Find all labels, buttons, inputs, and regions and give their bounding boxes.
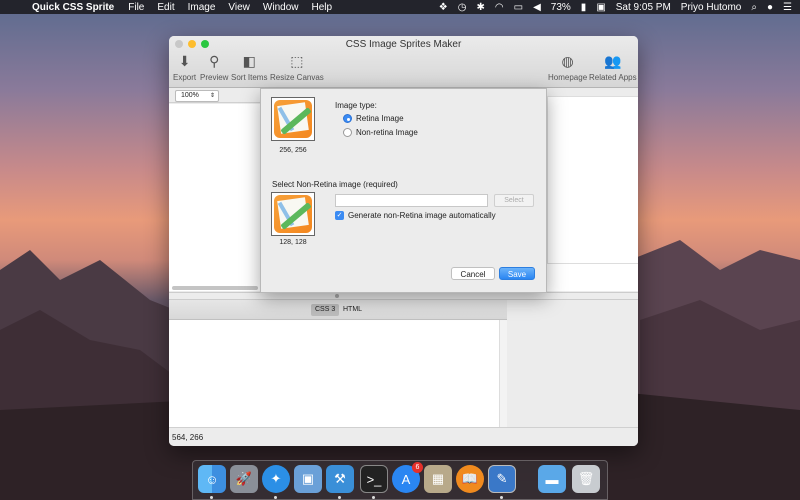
generate-nonretina-checkbox[interactable]: ✓ Generate non-Retina image automaticall… [335,211,496,220]
dropbox-icon[interactable]: ❖ [439,2,448,13]
window-title: CSS Image Sprites Maker [345,39,462,50]
checkmark-icon: ✓ [335,211,344,220]
menu-bar: Quick CSS Sprite File Edit Image View Wi… [0,0,800,14]
image-type-label: Image type: [335,101,377,110]
export-label: Export [173,73,197,82]
retina-size-label: 256, 256 [279,147,307,154]
cancel-button[interactable]: Cancel [451,267,495,280]
related-label: Related Apps [589,73,637,82]
menu-edit[interactable]: Edit [157,2,174,13]
horizontal-scrollbar[interactable] [172,286,258,290]
flag-icon[interactable]: ▣ [596,2,605,13]
airplay-icon[interactable]: ▭ [514,2,523,13]
radio-unselected-icon [343,128,352,137]
retina-image-thumbnail[interactable] [271,97,315,141]
finder-icon[interactable]: ☺ [198,465,226,493]
quick-css-sprite-icon[interactable]: ✎ [488,465,516,493]
related-apps-button[interactable]: 👥 Related Apps [589,52,637,83]
running-indicator [210,496,213,499]
preview-button[interactable]: ⚲ Preview [200,52,229,83]
time-machine-icon[interactable]: ◷ [458,2,467,13]
globe-icon: ◍ [561,52,574,69]
app-artwork-icon [274,195,312,233]
people-icon: 👥 [604,52,622,69]
retina-option-label: Retina Image [356,114,404,123]
menu-window[interactable]: Window [263,2,299,13]
zoom-value: 100% [181,92,199,99]
preview-label: Preview [200,73,229,82]
running-indicator [500,496,503,499]
menu-view[interactable]: View [228,2,250,13]
vertical-scrollbar[interactable] [499,320,507,427]
xcode-icon[interactable]: ⚒ [326,465,354,493]
resize-icon: ⬚ [290,52,304,69]
safari-icon[interactable]: ✦ [262,465,290,493]
sort-icon: ◧ [242,52,256,69]
nonretina-size-label: 128, 128 [279,239,307,246]
running-indicator [274,496,277,499]
bluetooth-icon[interactable]: ✱ [477,2,485,13]
spotlight-icon[interactable]: ⌕ [751,2,757,13]
menu-user[interactable]: Priyo Hutomo [681,2,742,13]
code-tabs: CSS 3 HTML [169,300,507,320]
calculator-icon[interactable]: ▦ [424,465,452,493]
canvas-frame [547,96,638,264]
homepage-button[interactable]: ◍ Homepage [548,52,588,83]
menu-app-name[interactable]: Quick CSS Sprite [32,2,114,13]
resize-canvas-button[interactable]: ⬚ Resize Canvas [270,52,324,83]
siri-icon[interactable]: ● [767,2,773,13]
nonretina-option-label: Non-retina Image [356,128,418,137]
menu-file[interactable]: File [128,2,144,13]
battery-icon[interactable]: ▮ [581,2,587,13]
tab-css3[interactable]: CSS 3 [311,304,340,316]
magnifier-icon: ⚲ [209,52,220,69]
trash-icon[interactable]: 🗑 [572,465,600,493]
select-button[interactable]: Select [494,194,534,207]
dock: ☺ 🚀 ✦ ▣ ⚒ >_ A 6 ▦ 📖 ✎ ▬ 🗑 [192,460,608,500]
app-artwork-icon [274,100,312,138]
add-image-sheet: 256, 256 Image type: Retina Image Non-re… [260,88,547,293]
tab-html[interactable]: HTML [339,304,366,316]
save-button[interactable]: Save [499,267,535,280]
app-store-icon[interactable]: A 6 [392,462,423,493]
sort-items-button[interactable]: ◧ Sort Items [231,52,268,83]
volume-icon[interactable]: ◀ [533,2,541,13]
app-store-badge: 6 [412,462,423,473]
non-retina-image-radio[interactable]: Non-retina Image [343,128,418,137]
zoom-select[interactable]: 100% ⇕ [175,90,219,102]
generate-label: Generate non-Retina image automatically [348,211,496,220]
launchpad-icon[interactable]: 🚀 [230,465,258,493]
nonretina-section-label: Select Non-Retina image (required) [272,180,398,189]
export-button[interactable]: ⬇ Export [173,52,197,83]
notification-center-icon[interactable]: ☰ [783,2,792,13]
sort-label: Sort Items [231,73,268,82]
cursor-coordinates: 564, 266 [172,433,204,442]
preview-app-icon[interactable]: ▣ [294,465,322,493]
code-output-area[interactable] [169,320,499,427]
running-indicator [338,496,341,499]
resize-label: Resize Canvas [270,73,324,82]
menu-extras: ❖ ◷ ✱ ◠ ▭ ◀ 73% ▮ ▣ Sat 9:05 PM Priyo Hu… [429,2,792,13]
split-divider[interactable] [169,292,638,300]
running-indicator [372,496,375,499]
radio-selected-icon [343,114,352,123]
stepper-icon: ⇕ [209,93,215,99]
downloads-folder-icon[interactable]: ▬ [538,465,566,493]
menu-help[interactable]: Help [311,2,332,13]
nonretina-image-thumbnail[interactable] [271,192,315,236]
wifi-icon[interactable]: ◠ [495,2,504,13]
ibooks-icon[interactable]: 📖 [456,465,484,493]
title-bar: CSS Image Sprites Maker ⬇ Export ⚲ Previ… [169,36,638,88]
retina-image-radio[interactable]: Retina Image [343,114,404,123]
menu-image[interactable]: Image [188,2,216,13]
menu-clock[interactable]: Sat 9:05 PM [616,2,671,13]
homepage-label: Homepage [548,73,588,82]
battery-percent[interactable]: 73% [551,2,571,13]
export-icon: ⬇ [178,52,191,69]
status-bar: 564, 266 [169,427,638,446]
divider-handle[interactable] [335,294,339,298]
nonretina-path-field[interactable] [335,194,488,207]
terminal-icon[interactable]: >_ [360,465,388,493]
